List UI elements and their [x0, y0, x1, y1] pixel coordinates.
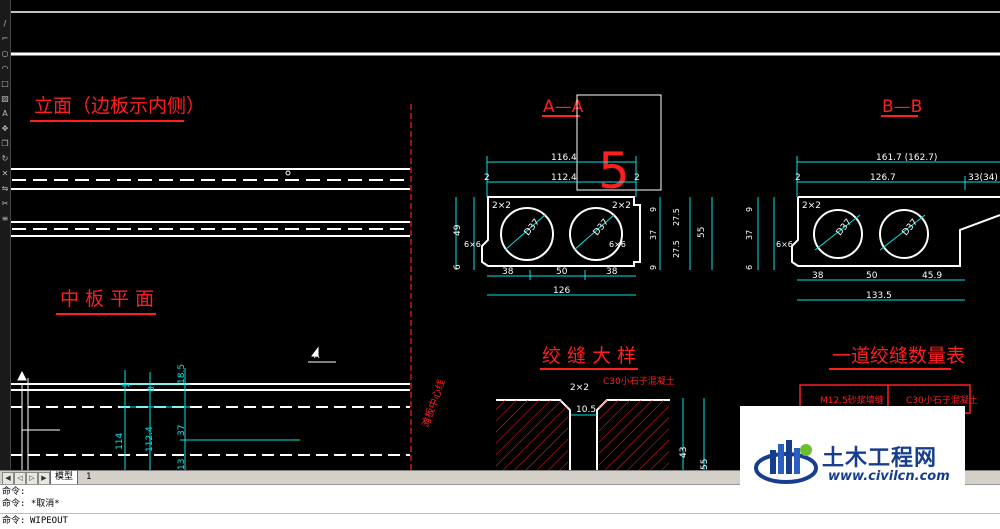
section-b-title: B—B [882, 97, 922, 117]
dim-text: 27.5 [672, 208, 681, 226]
dim-text: 9 [649, 207, 658, 212]
dim-text: 38 [606, 267, 618, 277]
hatch-tool-icon[interactable]: ▨ [1, 95, 9, 103]
dim-text: 37 [177, 425, 187, 436]
command-history-line: 命令: *取消* [2, 499, 60, 509]
dim-text: 33(34) [968, 173, 998, 183]
watermark-logo: 土木工程网 www.civilcn.com [740, 406, 965, 508]
dim-text: 8 [147, 386, 157, 392]
dim-text: 114 [115, 433, 125, 450]
drawing-canvas[interactable]: 立面（边板示内侧） 滩板中心线 中 板 平 面 1 8 18.5 37 114 … [0, 0, 1000, 470]
table-header-cell: C30小石子混凝土 [906, 394, 978, 406]
dim-text: 133.5 [866, 291, 892, 301]
section-marker-label: A [314, 351, 320, 360]
dim-text: 43 [679, 447, 689, 458]
offset-tool-icon[interactable]: ≡ [1, 215, 9, 223]
rotate-tool-icon[interactable]: ↻ [1, 155, 9, 163]
dim-text: 9 [649, 265, 658, 270]
dim-text: 6×6 [609, 240, 626, 249]
dim-text: 6×6 [464, 240, 481, 249]
dim-text: 50 [866, 271, 878, 281]
dim-text: 2×2 [802, 201, 821, 211]
dim-text: 55 [700, 459, 710, 470]
mirror-tool-icon[interactable]: ⇋ [1, 185, 9, 193]
tab-model[interactable]: 模型 [50, 471, 79, 485]
dim-text: 112.4 [145, 426, 155, 452]
section-a-title: A—A [543, 97, 584, 117]
dim-text: 1 [122, 382, 132, 388]
erase-tool-icon[interactable]: ✕ [1, 170, 9, 178]
dim-text: 10.5 [576, 405, 596, 415]
dim-text: D37 [835, 217, 854, 238]
command-history-line: 命令: [2, 487, 26, 497]
section-b-profile [791, 196, 1000, 267]
dim-text: 37 [649, 230, 658, 240]
dim-text: 49 [453, 224, 463, 236]
line-tool-icon[interactable]: / [1, 20, 9, 28]
watermark-url: www.civilcn.com [828, 469, 950, 484]
elevation-beam [10, 168, 410, 237]
command-prompt: 命令: [2, 516, 26, 526]
big-number: 5 [598, 142, 630, 200]
copy-tool-icon[interactable]: ❐ [1, 140, 9, 148]
dim-text: 38 [812, 271, 824, 281]
plan-beam [10, 378, 410, 470]
dim-text: 50 [556, 267, 568, 277]
elevation-title: 立面（边板示内侧） [34, 95, 205, 117]
arc-tool-icon[interactable]: ◠ [1, 65, 9, 73]
dim-text: 161.7 (162.7) [876, 153, 937, 163]
section-marker [308, 346, 336, 363]
draw-toolbar: / ⌐ ○ ◠ □ ▨ A ✥ ❐ ↻ ✕ ⇋ ✂ ≡ [0, 0, 11, 470]
dim-text: 2 [795, 173, 801, 183]
dim-text: 2 [484, 173, 490, 183]
dim-text: 6 [745, 265, 754, 270]
tab-layout-1[interactable]: 1 [82, 471, 96, 484]
dim-text: 2×2 [570, 383, 589, 393]
dim-text: 6 [453, 264, 463, 270]
dim-text: 126 [553, 286, 570, 296]
dim-text: 116.4 [551, 153, 577, 163]
trim-tool-icon[interactable]: ✂ [1, 200, 9, 208]
joint-material-label: C30小石子混凝土 [603, 375, 675, 387]
joint-hatch-right [599, 400, 669, 470]
watermark-brand: 土木工程网 [822, 446, 938, 471]
table-header-cell: M12.5砂浆填缝 [820, 394, 884, 406]
centerline-label: 滩板中心线 [419, 378, 448, 429]
dim-text: 37 [745, 230, 754, 240]
joint-detail-title: 绞 缝 大 样 [542, 345, 636, 367]
joint-table-title: 一道绞缝数量表 [832, 345, 965, 367]
dim-text: 38 [502, 267, 514, 277]
civilcn-logo-icon [754, 440, 818, 484]
move-tool-icon[interactable]: ✥ [1, 125, 9, 133]
polyline-tool-icon[interactable]: ⌐ [1, 35, 9, 43]
text-tool-icon[interactable]: A [1, 110, 9, 118]
dim-text: 2×2 [612, 201, 631, 211]
command-input-row: 命令: [0, 513, 1000, 529]
dim-text: 2×2 [492, 201, 511, 211]
dim-text: 45.9 [922, 271, 942, 281]
dim-text: 55 [697, 227, 707, 238]
circle-tool-icon[interactable]: ○ [1, 50, 9, 58]
middle-plan-title: 中 板 平 面 [60, 288, 154, 310]
cad-drawing[interactable]: 立面（边板示内侧） 滩板中心线 中 板 平 面 1 8 18.5 37 114 … [0, 0, 1000, 470]
dim-text: 27.5 [672, 240, 681, 258]
dim-text: 13 [177, 459, 187, 470]
dim-text: 6×6 [776, 240, 793, 249]
command-input[interactable] [30, 515, 730, 527]
joint-hatch-left [496, 400, 568, 470]
dim-text: 112.4 [551, 173, 577, 183]
rectangle-tool-icon[interactable]: □ [1, 80, 9, 88]
dim-text: 2 [634, 173, 640, 183]
dim-text: 18.5 [177, 364, 187, 384]
dim-text: 9 [745, 207, 754, 212]
dim-text: 126.7 [870, 173, 896, 183]
